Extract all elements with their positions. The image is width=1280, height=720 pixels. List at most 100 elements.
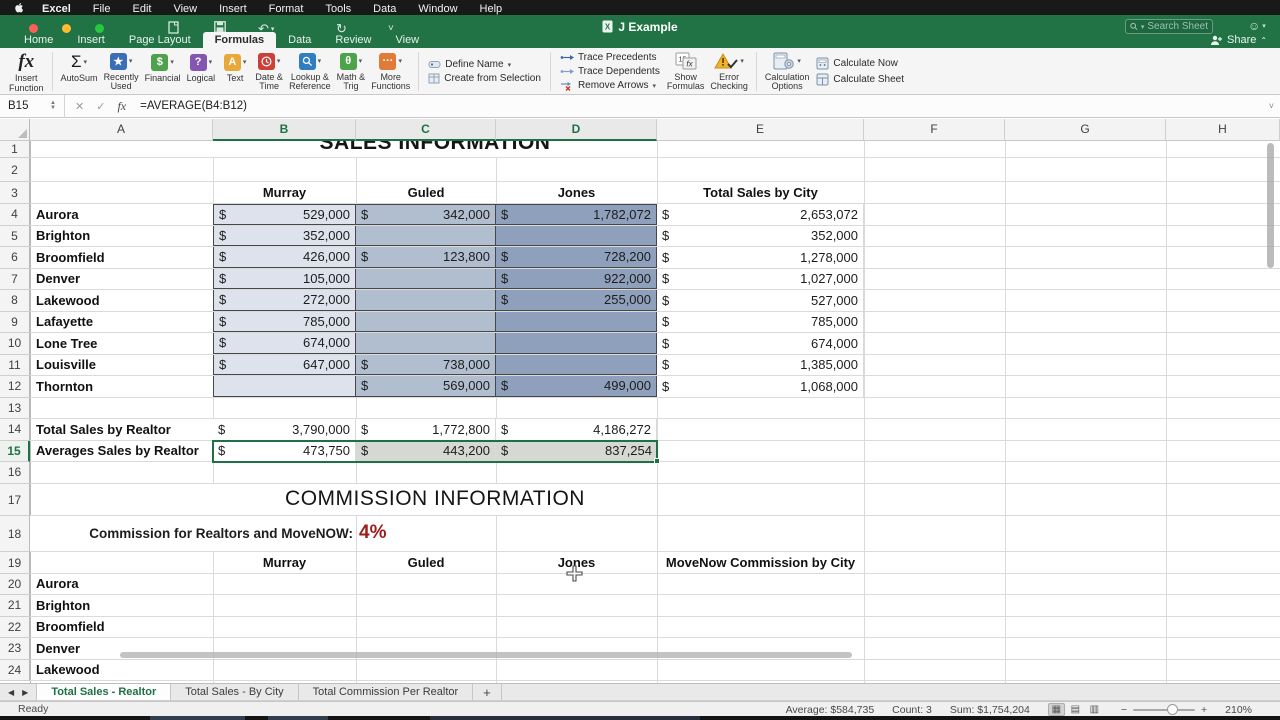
cell-C11[interactable]: $738,000 [356, 355, 496, 376]
cell-C15[interactable]: $443,200 [356, 441, 496, 462]
next-sheet-arrow-icon[interactable]: ▶ [22, 688, 28, 697]
cell-B9[interactable]: $785,000 [213, 312, 356, 333]
zoom-in-icon[interactable]: + [1201, 704, 1207, 716]
cell-B11[interactable]: $647,000 [213, 355, 356, 376]
row-header-8[interactable]: 8 [0, 290, 30, 312]
column-header-E[interactable]: E [657, 119, 864, 141]
cell-B7[interactable]: $105,000 [213, 269, 356, 290]
row-header-2[interactable]: 2 [0, 158, 30, 182]
cell-A7[interactable]: Denver [30, 269, 213, 290]
cell-C7[interactable] [356, 269, 496, 290]
row-header-17[interactable]: 17 [0, 484, 30, 516]
cell-B14[interactable]: $3,790,000 [213, 419, 356, 440]
menu-item-view[interactable]: View [162, 3, 208, 15]
cell-C6[interactable]: $123,800 [356, 247, 496, 268]
row-header-19[interactable]: 19 [0, 552, 30, 574]
row-header-18[interactable]: 18 [0, 516, 30, 552]
expand-formula-bar-icon[interactable]: ˅ [1269, 101, 1274, 111]
cell-D12[interactable]: $499,000 [496, 376, 657, 397]
feedback-smiley-icon[interactable]: ☺ ▾ [1248, 19, 1266, 33]
cell-E8[interactable]: $527,000 [657, 290, 864, 311]
cell-A4[interactable]: Aurora [30, 204, 213, 225]
cell-B6[interactable]: $426,000 [213, 247, 356, 268]
insert-function-fx-button[interactable]: fx [111, 99, 132, 114]
row-header-20[interactable]: 20 [0, 574, 30, 596]
zoom-slider[interactable] [1133, 709, 1195, 711]
column-header-A[interactable]: A [30, 119, 213, 141]
search-input[interactable]: ▾ Search Sheet [1125, 19, 1213, 34]
trace-dependents-button[interactable]: Trace Dependents [560, 66, 660, 77]
tab-review[interactable]: Review [323, 32, 383, 48]
row-header-12[interactable]: 12 [0, 376, 30, 398]
cell-D7[interactable]: $922,000 [496, 269, 657, 290]
cell-C4[interactable]: $342,000 [356, 204, 496, 225]
zoom-slider-thumb[interactable] [1167, 704, 1178, 715]
cell-B3[interactable]: Murray [213, 182, 356, 203]
menu-item-format[interactable]: Format [258, 3, 315, 15]
row-header-16[interactable]: 16 [0, 462, 30, 484]
cell-E10[interactable]: $674,000 [657, 333, 864, 354]
column-header-D[interactable]: D [496, 119, 657, 141]
select-all-corner[interactable] [0, 119, 30, 141]
cell-B15-active[interactable]: $473,750 [213, 441, 356, 462]
cell-C12[interactable]: $569,000 [356, 376, 496, 397]
menu-item-help[interactable]: Help [469, 3, 514, 15]
sheet-tab-total-sales-by-city[interactable]: Total Sales - By City [171, 684, 298, 700]
tab-insert[interactable]: Insert [65, 32, 117, 48]
name-box[interactable]: B15 [0, 100, 46, 112]
cell-A20[interactable]: Aurora [30, 574, 213, 595]
cell-E7[interactable]: $1,027,000 [657, 269, 864, 290]
page-break-view-icon[interactable]: ▥ [1086, 703, 1103, 716]
sheet-tab-total-sales-realtor[interactable]: Total Sales - Realtor [36, 684, 171, 700]
normal-view-icon[interactable]: ▦ [1048, 703, 1065, 716]
tab-view[interactable]: View [383, 32, 431, 48]
cell-D6[interactable]: $728,200 [496, 247, 657, 268]
name-box-stepper[interactable]: ▲ ▼ [46, 101, 60, 111]
cancel-formula-button[interactable]: ✕ [69, 100, 90, 113]
cell-A11[interactable]: Louisville [30, 355, 213, 376]
horizontal-scrollbar[interactable] [120, 652, 852, 658]
show-formulas-button[interactable]: 15fxShow Formulas [664, 50, 708, 93]
row-header-14[interactable]: 14 [0, 419, 30, 441]
trace-precedents-button[interactable]: Trace Precedents [560, 52, 660, 63]
cell-A21[interactable]: Brighton [30, 595, 213, 616]
merged-title-cell-row-1[interactable]: SALES INFORMATION [213, 141, 657, 157]
row-header-9[interactable]: 9 [0, 312, 30, 334]
menu-item-edit[interactable]: Edit [121, 3, 162, 15]
cell-E6[interactable]: $1,278,000 [657, 247, 864, 268]
cell-E5[interactable]: $352,000 [657, 226, 864, 247]
enter-formula-button[interactable]: ✓ [90, 100, 111, 113]
cell-D14[interactable]: $4,186,272 [496, 419, 657, 440]
cell-C8[interactable] [356, 290, 496, 311]
tab-home[interactable]: Home [12, 32, 65, 48]
calculation-options-button[interactable]: ▾Calculation Options [762, 50, 813, 93]
row-header-6[interactable]: 6 [0, 247, 30, 269]
cell-D9[interactable] [496, 312, 657, 333]
cell-C19[interactable]: Guled [356, 552, 496, 573]
logical-button[interactable]: ?▾Logical [184, 50, 219, 93]
row-header-4[interactable]: 4 [0, 204, 30, 226]
more-functions-button[interactable]: ···▾More Functions [368, 50, 413, 93]
cell-C3[interactable]: Guled [356, 182, 496, 203]
cell-B10[interactable]: $674,000 [213, 333, 356, 354]
cell-E12[interactable]: $1,068,000 [657, 376, 864, 397]
remove-arrows-button[interactable]: Remove Arrows ▾ [560, 80, 660, 91]
cell-D5[interactable] [496, 226, 657, 247]
row-header-7[interactable]: 7 [0, 269, 30, 291]
error-checking-button[interactable]: ▾Error Checking [707, 50, 751, 93]
cell-C9[interactable] [356, 312, 496, 333]
column-header-H[interactable]: H [1166, 119, 1280, 141]
cell-A9[interactable]: Lafayette [30, 312, 213, 333]
cell-E3[interactable]: Total Sales by City [657, 182, 864, 203]
row-header-21[interactable]: 21 [0, 595, 30, 617]
cell-A10[interactable]: Lone Tree [30, 333, 213, 354]
calculate-now-button[interactable]: Calculate Now [816, 57, 904, 70]
cell-B5[interactable]: $352,000 [213, 226, 356, 247]
cell-B8[interactable]: $272,000 [213, 290, 356, 311]
prev-sheet-arrow-icon[interactable]: ◀ [8, 688, 14, 697]
menu-item-window[interactable]: Window [407, 3, 468, 15]
apple-icon[interactable] [14, 2, 25, 13]
cell-C10[interactable] [356, 333, 496, 354]
cell-B12[interactable] [213, 376, 356, 397]
autosum-button[interactable]: Σ▾AutoSum [58, 50, 101, 93]
